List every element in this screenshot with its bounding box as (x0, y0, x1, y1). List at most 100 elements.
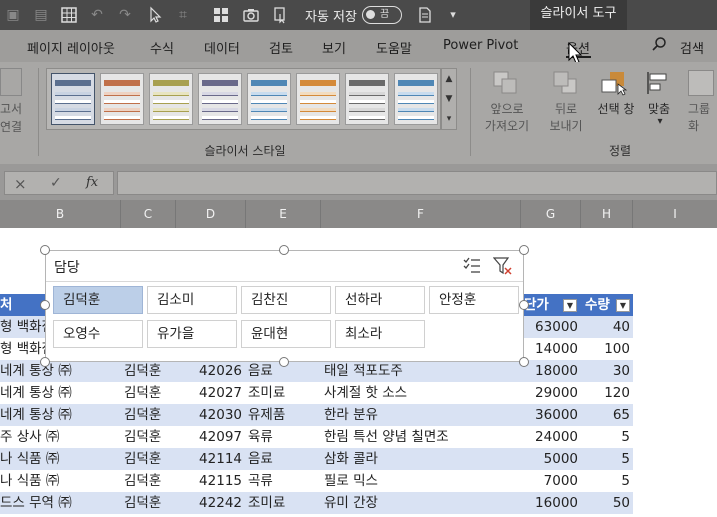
table-cell-code[interactable]: 42026 (176, 360, 242, 382)
tab-data[interactable]: 데이터 (204, 38, 240, 57)
resize-handle[interactable] (279, 245, 289, 255)
table-cell-price[interactable]: 14000 (521, 338, 578, 360)
select-pointer-icon[interactable] (146, 6, 164, 24)
slicer-style-swatch[interactable] (198, 73, 242, 125)
table-cell-manager[interactable]: 김덕훈 (124, 404, 176, 426)
slicer-item-button[interactable]: 김소미 (147, 286, 237, 314)
table-cell-code[interactable]: 42097 (176, 426, 242, 448)
gallery-up-icon[interactable]: ▲ (442, 69, 456, 89)
table-cell-product[interactable]: 사계절 핫 소스 (324, 382, 519, 404)
table-cell-category[interactable]: 곡류 (248, 470, 320, 492)
resize-handle[interactable] (40, 300, 50, 310)
copy-format-icon[interactable] (272, 6, 290, 24)
column-header-b[interactable]: B (0, 200, 121, 228)
save-icon[interactable]: ▣ (4, 6, 22, 24)
gallery-more-icon[interactable]: ▾ (442, 109, 456, 129)
formula-input[interactable] (117, 171, 717, 195)
search-label[interactable]: 검색 (680, 38, 704, 57)
table-cell-manager[interactable]: 김덕훈 (124, 382, 176, 404)
resize-handle[interactable] (519, 357, 529, 367)
tab-review[interactable]: 검토 (269, 38, 293, 57)
table-cell-manager[interactable]: 김덕훈 (124, 492, 176, 514)
tab-view[interactable]: 보기 (322, 38, 346, 57)
table-cell-price[interactable]: 63000 (521, 316, 578, 338)
table-cell-category[interactable]: 음료 (248, 448, 320, 470)
header-qty[interactable]: 수량 (585, 294, 610, 316)
table-cell-manager[interactable]: 김덕훈 (124, 470, 176, 492)
undo-icon[interactable]: ↶ (88, 6, 106, 24)
column-header-c[interactable]: C (121, 200, 176, 228)
slicer-style-swatch[interactable] (100, 73, 144, 125)
table-cell-product[interactable]: 삼화 콜라 (324, 448, 519, 470)
table-grid-icon[interactable] (60, 6, 78, 24)
table-cell-product[interactable]: 태일 적포도주 (324, 360, 519, 382)
table-cell-company[interactable]: 드스 무역 ㈜ (0, 492, 120, 514)
table-cell-manager[interactable]: 김덕훈 (124, 426, 176, 448)
table-cell-qty[interactable]: 5 (581, 448, 630, 470)
table-cell-price[interactable]: 24000 (521, 426, 578, 448)
table-cell-company[interactable]: 네계 통상 ㈜ (0, 360, 120, 382)
tab-formulas[interactable]: 수식 (150, 38, 174, 57)
search-icon[interactable] (651, 36, 667, 56)
table-cell-company[interactable]: 네계 통상 ㈜ (0, 404, 120, 426)
resize-handle[interactable] (519, 300, 529, 310)
cancel-icon[interactable]: × (14, 175, 27, 193)
table-cell-price[interactable]: 18000 (521, 360, 578, 382)
table-cell-qty[interactable]: 5 (581, 426, 630, 448)
tab-help[interactable]: 도움말 (376, 38, 412, 57)
table-icon[interactable]: ▤ (32, 6, 50, 24)
selection-pane-icon[interactable] (600, 70, 630, 96)
column-header-i[interactable]: I (633, 200, 717, 228)
filter-dropdown-icon[interactable]: ▼ (616, 299, 630, 312)
table-cell-qty[interactable]: 120 (581, 382, 630, 404)
slicer-style-swatch[interactable] (296, 73, 340, 125)
table-cell-category[interactable]: 조미료 (248, 382, 320, 404)
slicer-manager[interactable]: 담당 김덕훈 김소미 김찬진 선하라 안정훈 오영수 유가을 윤대현 최소라 (45, 250, 524, 362)
resize-handle[interactable] (279, 357, 289, 367)
filter-dropdown-icon[interactable]: ▼ (563, 299, 577, 312)
table-cell-price[interactable]: 29000 (521, 382, 578, 404)
resize-handle[interactable] (519, 245, 529, 255)
tab-power-pivot[interactable]: Power Pivot (443, 38, 518, 53)
slicer-item-button[interactable]: 김찬진 (241, 286, 331, 314)
header-partial-left[interactable]: 처 (0, 294, 12, 316)
gallery-down-icon[interactable]: ▼ (442, 89, 456, 109)
slicer-item-button[interactable]: 윤대현 (241, 320, 331, 348)
slicer-item-button[interactable]: 유가을 (147, 320, 237, 348)
group-label-2[interactable]: 화 (688, 117, 717, 134)
slicer-style-swatch[interactable] (149, 73, 193, 125)
camera-icon[interactable] (242, 6, 260, 24)
column-header-f[interactable]: F (321, 200, 521, 228)
table-cell-company[interactable]: 나 식품 ㈜ (0, 470, 120, 492)
slicer-item-button[interactable]: 안정훈 (429, 286, 519, 314)
slicer-item-button[interactable]: 오영수 (53, 320, 143, 348)
table-cell-qty[interactable]: 65 (581, 404, 630, 426)
report-connections-icon[interactable] (0, 68, 22, 96)
autosave-toggle[interactable]: 끔 (362, 6, 402, 24)
group-label-1[interactable]: 그룹 (688, 100, 717, 117)
table-cell-code[interactable]: 42114 (176, 448, 242, 470)
slicer-settings-label[interactable]: 고서 (0, 100, 22, 117)
table-cell-price[interactable]: 16000 (521, 492, 578, 514)
selection-pane-label[interactable]: 선택 창 (594, 100, 638, 117)
bring-forward-label-2[interactable]: 가져오기 (474, 117, 540, 134)
send-backward-label-2[interactable]: 보내기 (538, 117, 594, 134)
send-backward-label-1[interactable]: 뒤로 (548, 100, 584, 117)
slicer-style-swatch[interactable] (247, 73, 291, 125)
bring-forward-label-1[interactable]: 앞으로 (476, 100, 538, 117)
group-icon[interactable] (688, 70, 714, 96)
table-cell-price[interactable]: 36000 (521, 404, 578, 426)
column-header-e[interactable]: E (246, 200, 321, 228)
table-cell-qty[interactable]: 40 (581, 316, 630, 338)
document-icon[interactable] (416, 6, 434, 24)
send-backward-icon[interactable] (552, 70, 580, 96)
table-cell-category[interactable]: 유제품 (248, 404, 320, 426)
table-cell-product[interactable]: 필로 믹스 (324, 470, 519, 492)
table-cell-code[interactable]: 42027 (176, 382, 242, 404)
table-cell-qty[interactable]: 50 (581, 492, 630, 514)
bring-forward-icon[interactable] (492, 70, 520, 96)
table-cell-company[interactable]: 네계 통상 ㈜ (0, 382, 120, 404)
report-connections-label[interactable]: 연결 (0, 118, 22, 135)
table-cell-product[interactable]: 한림 특선 양념 칠면조 (324, 426, 519, 448)
table-cell-manager[interactable]: 김덕훈 (124, 448, 176, 470)
